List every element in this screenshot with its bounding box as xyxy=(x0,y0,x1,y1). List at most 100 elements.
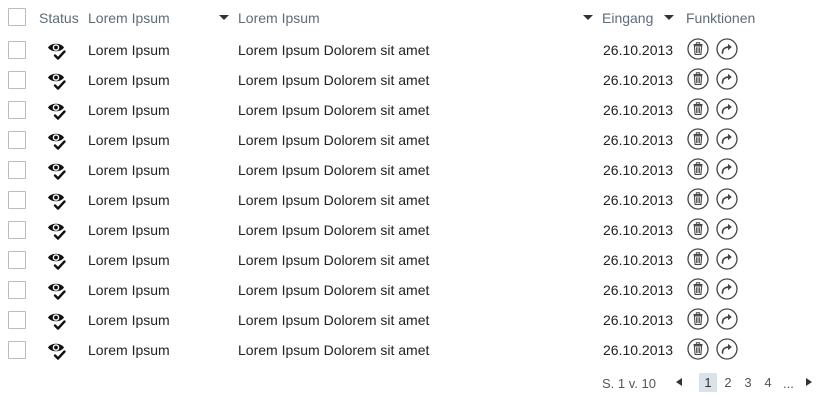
next-page-arrow-right-icon[interactable] xyxy=(806,378,812,386)
eye-check-icon xyxy=(46,99,68,121)
table-row[interactable]: Lorem Ipsum Lorem Ipsum Dolorem sit amet 2… xyxy=(0,38,831,68)
table-row[interactable]: Lorem Ipsum Lorem Ipsum Dolorem sit amet 2… xyxy=(0,338,831,368)
forward-arrow-icon[interactable] xyxy=(716,218,738,240)
row-checkbox[interactable] xyxy=(8,251,26,269)
table-row[interactable]: Lorem Ipsum Lorem Ipsum Dolorem sit amet 2… xyxy=(0,278,831,308)
forward-arrow-icon[interactable] xyxy=(716,68,738,90)
header-eingang[interactable]: Eingang xyxy=(602,10,653,26)
delete-trash-icon[interactable] xyxy=(687,68,709,90)
table-row[interactable]: Lorem Ipsum Lorem Ipsum Dolorem sit amet 2… xyxy=(0,158,831,188)
row-date: 26.10.2013 xyxy=(603,312,674,328)
eye-check-icon xyxy=(46,249,68,271)
row-col1: Lorem Ipsum xyxy=(88,312,170,328)
row-checkbox[interactable] xyxy=(8,131,26,149)
row-col2: Lorem Ipsum Dolorem sit amet xyxy=(238,342,430,358)
delete-trash-icon[interactable] xyxy=(687,308,709,330)
eye-check-icon xyxy=(46,159,68,181)
row-checkbox[interactable] xyxy=(8,101,26,119)
page-2-link[interactable]: 2 xyxy=(719,373,737,392)
delete-trash-icon[interactable] xyxy=(687,338,709,360)
forward-arrow-icon[interactable] xyxy=(716,128,738,150)
header-status[interactable]: Status xyxy=(39,10,79,26)
previous-page-arrow-left-icon[interactable] xyxy=(676,378,682,386)
sort-col1-caret-down-icon[interactable] xyxy=(219,15,229,20)
delete-trash-icon[interactable] xyxy=(687,128,709,150)
sort-col2-caret-down-icon[interactable] xyxy=(583,15,593,20)
forward-arrow-icon[interactable] xyxy=(716,38,738,60)
row-date: 26.10.2013 xyxy=(603,42,674,58)
eye-check-icon xyxy=(46,309,68,331)
row-col2: Lorem Ipsum Dolorem sit amet xyxy=(238,252,430,268)
row-col1: Lorem Ipsum xyxy=(88,342,170,358)
row-col1: Lorem Ipsum xyxy=(88,102,170,118)
table-row[interactable]: Lorem Ipsum Lorem Ipsum Dolorem sit amet 2… xyxy=(0,308,831,338)
eye-check-icon xyxy=(46,219,68,241)
row-col2: Lorem Ipsum Dolorem sit amet xyxy=(238,222,430,238)
eye-check-icon xyxy=(46,189,68,211)
table-row[interactable]: Lorem Ipsum Lorem Ipsum Dolorem sit amet 2… xyxy=(0,248,831,278)
row-checkbox[interactable] xyxy=(8,71,26,89)
delete-trash-icon[interactable] xyxy=(687,218,709,240)
row-col2: Lorem Ipsum Dolorem sit amet xyxy=(238,192,430,208)
row-col1: Lorem Ipsum xyxy=(88,192,170,208)
row-col1: Lorem Ipsum xyxy=(88,282,170,298)
pagination: S. 1 v. 10 1 2 3 4 ... xyxy=(0,373,831,393)
table-row[interactable]: Lorem Ipsum Lorem Ipsum Dolorem sit amet 2… xyxy=(0,128,831,158)
row-date: 26.10.2013 xyxy=(603,252,674,268)
row-date: 26.10.2013 xyxy=(603,342,674,358)
forward-arrow-icon[interactable] xyxy=(716,278,738,300)
forward-arrow-icon[interactable] xyxy=(716,98,738,120)
row-col2: Lorem Ipsum Dolorem sit amet xyxy=(238,72,430,88)
delete-trash-icon[interactable] xyxy=(687,278,709,300)
table-row[interactable]: Lorem Ipsum Lorem Ipsum Dolorem sit amet 2… xyxy=(0,188,831,218)
forward-arrow-icon[interactable] xyxy=(716,188,738,210)
table-row[interactable]: Lorem Ipsum Lorem Ipsum Dolorem sit amet 2… xyxy=(0,218,831,248)
row-col2: Lorem Ipsum Dolorem sit amet xyxy=(238,162,430,178)
row-col2: Lorem Ipsum Dolorem sit amet xyxy=(238,282,430,298)
header-col2[interactable]: Lorem Ipsum xyxy=(238,10,320,26)
row-checkbox[interactable] xyxy=(8,161,26,179)
row-col1: Lorem Ipsum xyxy=(88,162,170,178)
forward-arrow-icon[interactable] xyxy=(716,248,738,270)
eye-check-icon xyxy=(46,339,68,361)
sort-eingang-caret-down-icon[interactable] xyxy=(664,15,674,20)
delete-trash-icon[interactable] xyxy=(687,188,709,210)
row-col1: Lorem Ipsum xyxy=(88,42,170,58)
page-3-link[interactable]: 3 xyxy=(739,373,757,392)
forward-arrow-icon[interactable] xyxy=(716,338,738,360)
row-checkbox[interactable] xyxy=(8,41,26,59)
eye-check-icon xyxy=(46,39,68,61)
row-checkbox[interactable] xyxy=(8,341,26,359)
row-checkbox[interactable] xyxy=(8,191,26,209)
row-date: 26.10.2013 xyxy=(603,222,674,238)
row-col1: Lorem Ipsum xyxy=(88,222,170,238)
table-row[interactable]: Lorem Ipsum Lorem Ipsum Dolorem sit amet 2… xyxy=(0,98,831,128)
header-col1[interactable]: Lorem Ipsum xyxy=(88,10,170,26)
row-col1: Lorem Ipsum xyxy=(88,132,170,148)
delete-trash-icon[interactable] xyxy=(687,98,709,120)
select-all-checkbox[interactable] xyxy=(8,8,26,26)
row-col2: Lorem Ipsum Dolorem sit amet xyxy=(238,102,430,118)
row-checkbox[interactable] xyxy=(8,311,26,329)
delete-trash-icon[interactable] xyxy=(687,38,709,60)
forward-arrow-icon[interactable] xyxy=(716,158,738,180)
row-col1: Lorem Ipsum xyxy=(88,72,170,88)
delete-trash-icon[interactable] xyxy=(687,248,709,270)
eye-check-icon xyxy=(46,279,68,301)
header-funktionen: Funktionen xyxy=(686,10,756,26)
row-date: 26.10.2013 xyxy=(603,192,674,208)
page-1-link[interactable]: 1 xyxy=(699,373,717,392)
table-row[interactable]: Lorem Ipsum Lorem Ipsum Dolorem sit amet 2… xyxy=(0,68,831,98)
forward-arrow-icon[interactable] xyxy=(716,308,738,330)
row-col2: Lorem Ipsum Dolorem sit amet xyxy=(238,42,430,58)
page-4-link[interactable]: 4 xyxy=(759,373,777,392)
page-ellipsis: ... xyxy=(783,376,794,391)
row-col1: Lorem Ipsum xyxy=(88,252,170,268)
delete-trash-icon[interactable] xyxy=(687,158,709,180)
row-checkbox[interactable] xyxy=(8,221,26,239)
row-date: 26.10.2013 xyxy=(603,72,674,88)
row-date: 26.10.2013 xyxy=(603,132,674,148)
row-checkbox[interactable] xyxy=(8,281,26,299)
row-date: 26.10.2013 xyxy=(603,102,674,118)
eye-check-icon xyxy=(46,69,68,91)
